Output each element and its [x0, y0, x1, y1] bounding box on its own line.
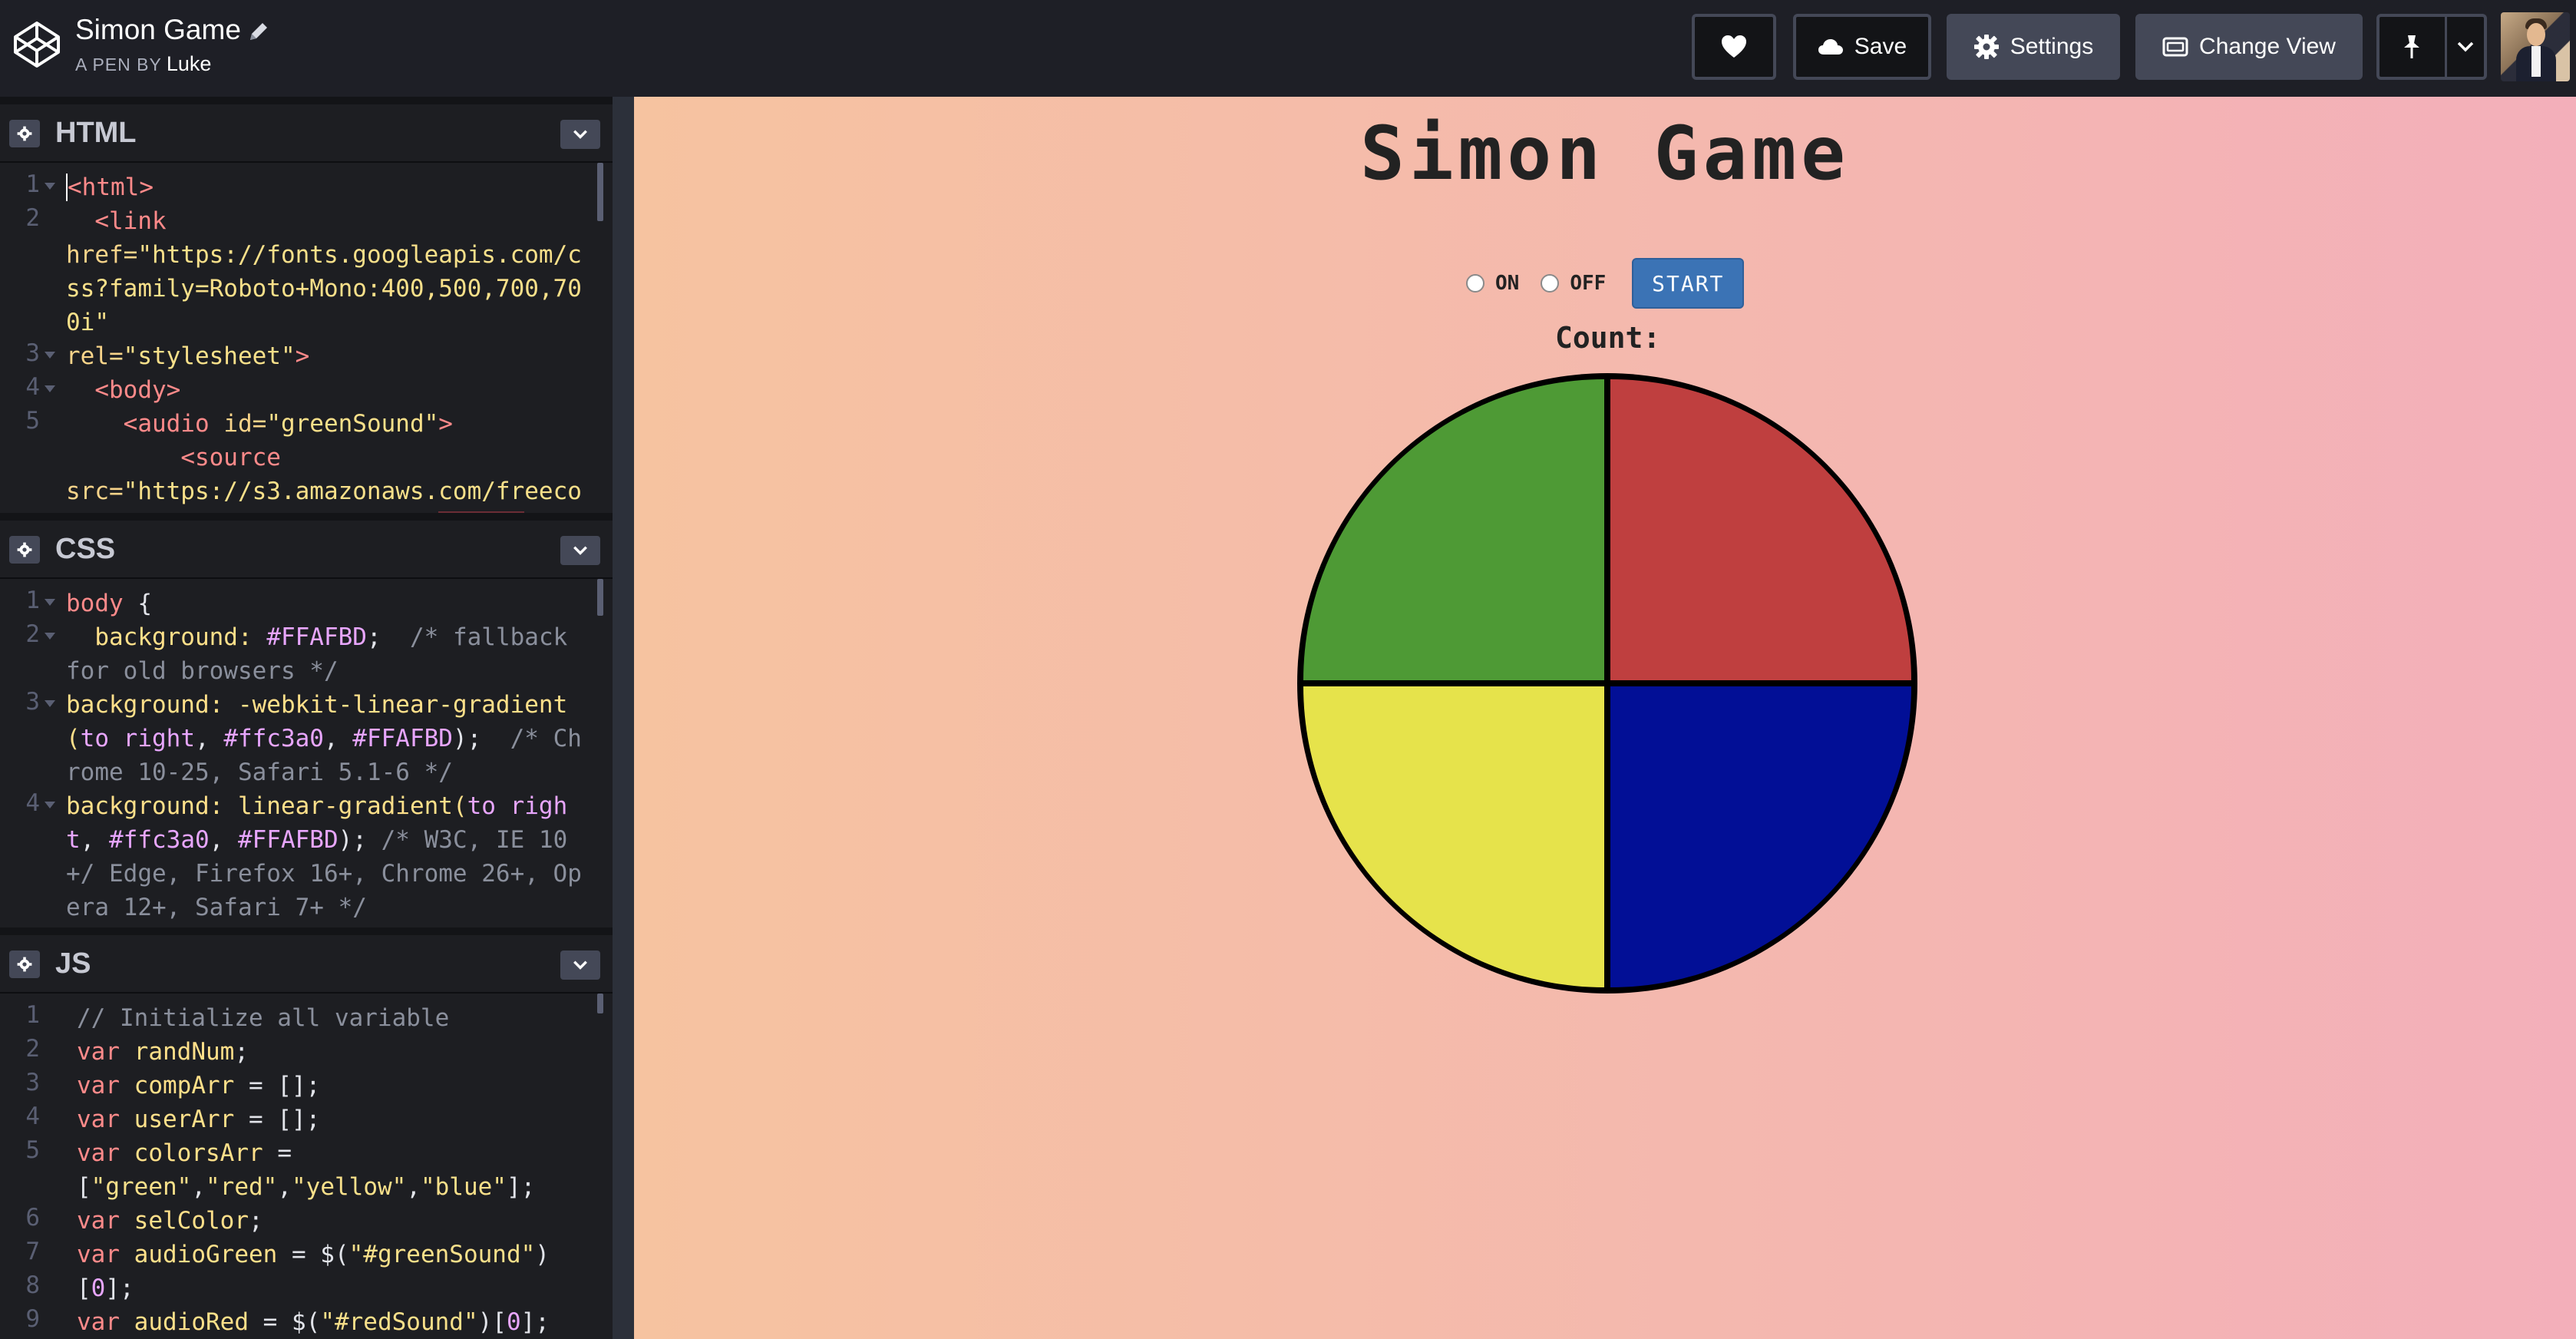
pen-by-label: A PEN BY: [75, 55, 162, 74]
js-collapse-button[interactable]: [560, 951, 600, 980]
cloud-icon: [1818, 39, 1843, 55]
pin-button-group[interactable]: [2376, 14, 2487, 80]
save-label: Save: [1854, 34, 1907, 59]
avatar[interactable]: [2501, 12, 2570, 81]
game-controls: ON OFF START: [1466, 258, 1745, 309]
line-number: 9: [25, 1305, 40, 1333]
line-number: 3: [25, 1069, 40, 1096]
board-rim: [1297, 373, 1917, 994]
html-editor-title: HTML: [55, 117, 137, 149]
line-number: 2: [25, 620, 40, 648]
line-number: 4: [25, 373, 40, 401]
gear-icon: [17, 126, 32, 141]
line-number: 1: [25, 587, 40, 614]
css-collapse-button[interactable]: [560, 536, 600, 565]
html-editor-header: HTML: [0, 104, 613, 163]
chevron-down-icon: [2457, 41, 2474, 52]
pencil-icon[interactable]: [247, 20, 270, 43]
top-bar: Simon Game A PEN BY Luke Save Settings C…: [0, 0, 2576, 97]
panel-resizer[interactable]: [613, 97, 634, 1339]
html-editor: HTML 1 2 3 4 5 <html> <link href="https:…: [0, 104, 613, 513]
on-radio-group: ON: [1466, 272, 1519, 295]
js-editor-header: JS: [0, 935, 613, 994]
heart-icon: [1722, 35, 1746, 58]
js-scrollbar[interactable]: [597, 994, 603, 1013]
line-number: 3: [25, 688, 40, 716]
count-label: Count:: [1555, 321, 1661, 355]
html-scrollbar[interactable]: [597, 163, 603, 221]
line-number: 3: [25, 339, 40, 367]
change-view-button[interactable]: Change View: [2135, 14, 2363, 80]
pen-title[interactable]: Simon Game: [75, 14, 241, 46]
author-link[interactable]: Luke: [167, 52, 212, 75]
js-settings-button[interactable]: [9, 951, 40, 978]
css-settings-button[interactable]: [9, 536, 40, 564]
red-pad[interactable]: [1610, 379, 1911, 680]
line-number: 5: [25, 1136, 40, 1164]
off-radio[interactable]: [1541, 274, 1560, 293]
line-number: 4: [25, 789, 40, 817]
off-label: OFF: [1570, 272, 1607, 295]
css-scrollbar[interactable]: [597, 579, 603, 616]
line-number: 4: [25, 1103, 40, 1130]
js-editor: JS 1 2 3 4 5 6 7 8 9 // Initialize all v…: [0, 935, 613, 1339]
love-button[interactable]: [1692, 14, 1776, 80]
preview-pane: Simon Game ON OFF START Count:: [634, 97, 2576, 1339]
game-title: Simon Game: [1360, 111, 1850, 197]
green-pad[interactable]: [1303, 379, 1604, 680]
js-code: // Initialize all variable var randNum; …: [77, 1004, 550, 1336]
html-code: <html> <link href="https://fonts.googlea…: [66, 170, 596, 513]
css-code: body { background: #FFAFBD; /* fallback …: [66, 590, 582, 921]
css-editor-header: CSS: [0, 521, 613, 579]
settings-button[interactable]: Settings: [1947, 14, 2120, 80]
js-code-area[interactable]: 1 2 3 4 5 6 7 8 9 // Initialize all vari…: [0, 994, 613, 1339]
html-settings-button[interactable]: [9, 120, 40, 147]
chevron-down-icon: [573, 130, 587, 139]
css-gutter: 1 2 3 4: [0, 579, 58, 927]
yellow-pad[interactable]: [1303, 686, 1604, 987]
change-view-label: Change View: [2199, 34, 2336, 59]
css-code-area[interactable]: 1 2 3 4 body { background: #FFAFBD; /* f…: [0, 579, 613, 927]
gear-icon: [17, 957, 32, 972]
html-code-area[interactable]: 1 2 3 4 5 <html> <link href="https://fon…: [0, 163, 613, 513]
css-editor-title: CSS: [55, 533, 116, 565]
start-button[interactable]: START: [1632, 258, 1745, 309]
line-number: 1: [25, 170, 40, 198]
codepen-logo-icon[interactable]: [12, 20, 61, 69]
js-editor-title: JS: [55, 947, 91, 980]
html-collapse-button[interactable]: [560, 120, 600, 149]
simon-board: [1297, 373, 1917, 994]
pen-byline: A PEN BY Luke: [75, 52, 211, 76]
on-label: ON: [1495, 272, 1520, 295]
blue-pad[interactable]: [1610, 686, 1911, 987]
pin-button[interactable]: [2379, 17, 2447, 77]
gear-icon: [17, 542, 32, 557]
line-number: 7: [25, 1238, 40, 1265]
off-radio-group: OFF: [1541, 272, 1606, 295]
save-button[interactable]: Save: [1793, 14, 1931, 80]
line-number: 5: [25, 407, 40, 435]
pin-icon: [2404, 35, 2420, 58]
line-number: 2: [25, 204, 40, 232]
line-number: 1: [25, 1001, 40, 1029]
html-gutter: 1 2 3 4 5: [0, 163, 58, 513]
line-number: 6: [25, 1204, 40, 1232]
line-number: 8: [25, 1271, 40, 1299]
pin-dropdown-button[interactable]: [2447, 17, 2484, 77]
on-radio[interactable]: [1466, 274, 1485, 293]
settings-label: Settings: [2010, 34, 2094, 59]
gear-icon: [1973, 35, 1999, 59]
layout-icon: [2162, 37, 2188, 57]
chevron-down-icon: [573, 546, 587, 555]
css-editor: CSS 1 2 3 4 body { background: #FFAFBD; …: [0, 521, 613, 927]
chevron-down-icon: [573, 960, 587, 970]
js-gutter: 1 2 3 4 5 6 7 8 9: [0, 994, 58, 1339]
line-number: 2: [25, 1035, 40, 1063]
